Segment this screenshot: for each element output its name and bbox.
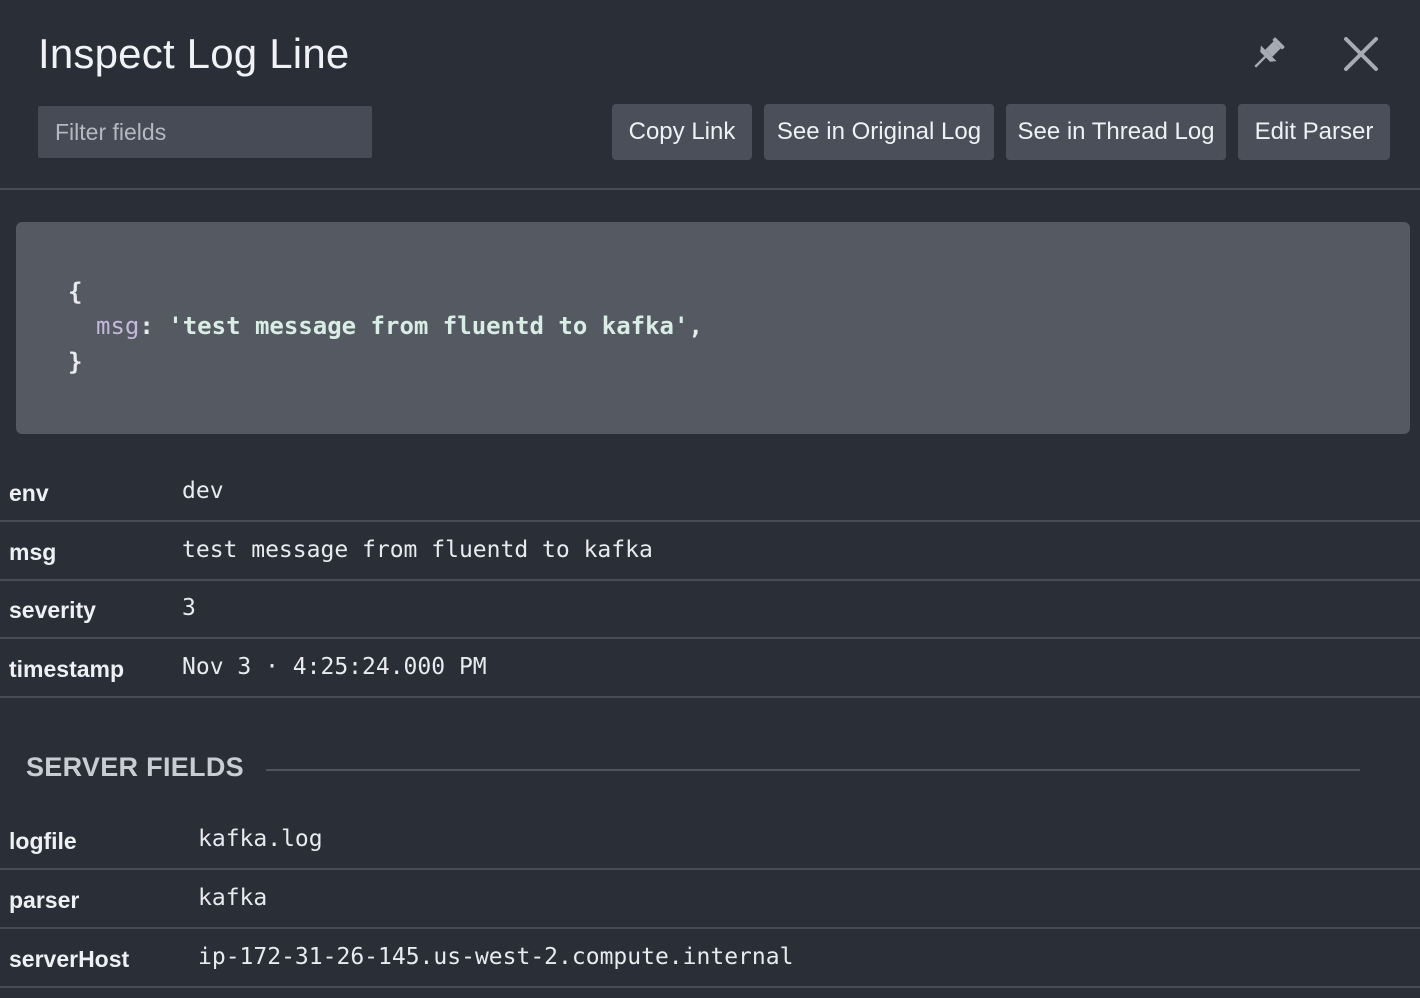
field-value: dev: [182, 478, 224, 504]
field-key: severity: [9, 597, 96, 623]
json-close-brace: }: [68, 348, 83, 376]
field-row-msg: msg test message from fluentd to kafka: [0, 523, 1420, 581]
page-title: Inspect Log Line: [38, 30, 350, 77]
field-row-logfile: logfile kafka.log: [0, 812, 1420, 870]
close-button[interactable]: [1337, 30, 1385, 78]
pin-button[interactable]: [1244, 30, 1292, 78]
see-in-original-log-button[interactable]: See in Original Log: [764, 104, 994, 160]
field-key: env: [9, 480, 49, 506]
section-divider: [266, 769, 1360, 771]
field-value: Nov 3 · 4:25:24.000 PM: [182, 654, 487, 680]
close-icon: [1344, 37, 1378, 71]
edit-parser-button[interactable]: Edit Parser: [1238, 104, 1390, 160]
field-value: kafka.log: [198, 826, 323, 852]
field-key: serverHost: [9, 946, 130, 972]
json-line: msg: 'test message from fluentd to kafka…: [96, 312, 703, 340]
log-json-block: { msg: 'test message from fluentd to kaf…: [16, 222, 1410, 434]
json-value: 'test message from fluentd to kafka': [168, 312, 689, 340]
json-colon: :: [139, 312, 169, 340]
pin-icon: [1254, 37, 1285, 68]
field-value: ip-172-31-26-145.us-west-2.compute.inter…: [198, 944, 794, 970]
field-key: msg: [9, 539, 57, 565]
json-comma: ,: [688, 312, 703, 340]
field-value: kafka: [198, 885, 268, 911]
json-open-brace: {: [68, 278, 83, 306]
inspect-header: Inspect Log Line Copy Link See in Origin…: [0, 0, 1420, 190]
field-key: parser: [9, 887, 80, 913]
filter-fields-input[interactable]: [38, 106, 372, 158]
field-row-severity: severity 3: [0, 581, 1420, 639]
field-value: test message from fluentd to kafka: [182, 537, 653, 563]
see-in-thread-log-button[interactable]: See in Thread Log: [1006, 104, 1226, 160]
field-key: timestamp: [9, 656, 125, 682]
server-fields-heading: SERVER FIELDS: [26, 752, 244, 782]
field-row-parser: parser kafka: [0, 871, 1420, 929]
field-row-timestamp: timestamp Nov 3 · 4:25:24.000 PM: [0, 640, 1420, 698]
field-key: logfile: [9, 828, 77, 854]
field-value: 3: [182, 595, 196, 621]
json-key: msg: [96, 312, 140, 340]
field-row-serverhost: serverHost ip-172-31-26-145.us-west-2.co…: [0, 930, 1420, 988]
copy-link-button[interactable]: Copy Link: [612, 104, 752, 160]
field-row-env: env dev: [0, 464, 1420, 522]
